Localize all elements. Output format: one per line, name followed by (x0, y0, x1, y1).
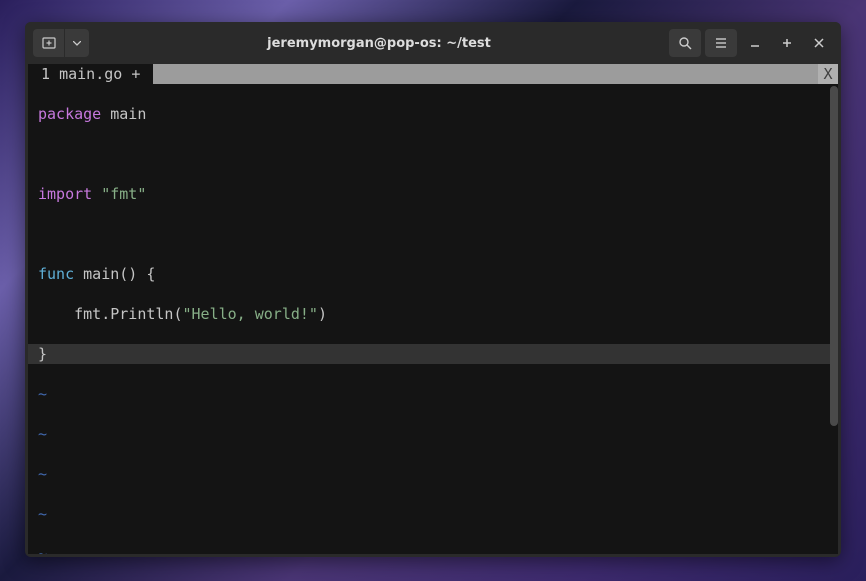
empty-line-tilde: ~ (38, 464, 828, 484)
code-line: func main() { (38, 264, 828, 284)
empty-line-tilde: ~ (38, 504, 828, 524)
code-line: package main (38, 104, 828, 124)
search-icon (678, 36, 692, 50)
tab-dropdown-button[interactable] (65, 29, 89, 57)
minimize-icon (750, 38, 760, 48)
search-button[interactable] (669, 29, 701, 57)
code-line: import "fmt" (38, 184, 828, 204)
token-keyword: func (38, 265, 74, 283)
code-line-current: } (28, 344, 838, 364)
maximize-button[interactable] (773, 29, 801, 57)
vim-tabline: 1 main.go + X (28, 64, 838, 84)
vim-tab-close[interactable]: X (818, 64, 838, 84)
scrollbar[interactable] (830, 86, 838, 426)
empty-line-tilde: ~ (38, 384, 828, 404)
close-button[interactable] (805, 29, 833, 57)
token-ident: main (101, 105, 146, 123)
vim-tab-filler (153, 64, 818, 84)
token-keyword: import (38, 185, 92, 203)
titlebar: jeremymorgan@pop-os: ~/test (25, 22, 841, 64)
chevron-down-icon (73, 41, 81, 46)
new-tab-button[interactable] (33, 29, 65, 57)
token-space (92, 185, 101, 203)
token-string: "Hello, world!" (183, 305, 318, 323)
empty-line-tilde: ~ (38, 424, 828, 444)
code-line (38, 224, 828, 244)
window-title: jeremymorgan@pop-os: ~/test (89, 36, 669, 51)
minimize-button[interactable] (741, 29, 769, 57)
token-ident: } (38, 345, 47, 363)
terminal-body[interactable]: 1 main.go + X package main import "fmt" … (28, 64, 838, 554)
hamburger-icon (714, 36, 728, 50)
vim-tab-label: 1 main.go + (41, 65, 140, 83)
terminal-window: jeremymorgan@pop-os: ~/test 1 main.go + … (25, 22, 841, 557)
maximize-icon (782, 38, 792, 48)
token-ident: main() { (74, 265, 155, 283)
close-icon (814, 38, 824, 48)
token-string: "fmt" (101, 185, 146, 203)
code-line (38, 144, 828, 164)
titlebar-right (669, 29, 833, 57)
code-editor[interactable]: package main import "fmt" func main() { … (28, 84, 838, 554)
token-keyword: package (38, 105, 101, 123)
vim-tab-active[interactable]: 1 main.go + (28, 64, 153, 84)
token-ident: ) (318, 305, 327, 323)
code-line: fmt.Println("Hello, world!") (38, 304, 828, 324)
empty-line-tilde: ~ (38, 544, 828, 554)
tab-controls (33, 29, 89, 57)
token-ident: fmt.Println( (38, 305, 183, 323)
menu-button[interactable] (705, 29, 737, 57)
new-tab-icon (41, 35, 57, 51)
